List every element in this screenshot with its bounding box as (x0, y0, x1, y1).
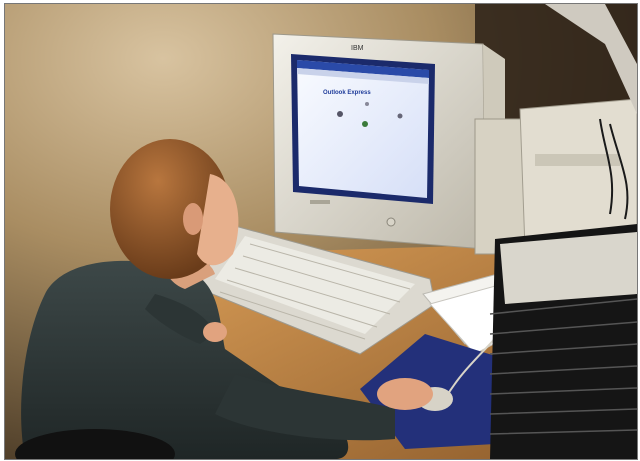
photo-frame: IBM Outlook Express (4, 3, 638, 460)
monitor-brand-logo: IBM (351, 45, 364, 52)
app-icon (365, 102, 369, 106)
monitor-controls (310, 200, 330, 204)
scene: IBM Outlook Express (5, 4, 637, 459)
app-icon (362, 121, 368, 127)
app-icon (397, 113, 403, 119)
cd-stack (489, 224, 637, 459)
screen-app-title: Outlook Express (323, 90, 371, 96)
app-icon (337, 111, 343, 117)
power-button (386, 217, 396, 227)
crt-monitor: IBM Outlook Express (272, 33, 505, 250)
